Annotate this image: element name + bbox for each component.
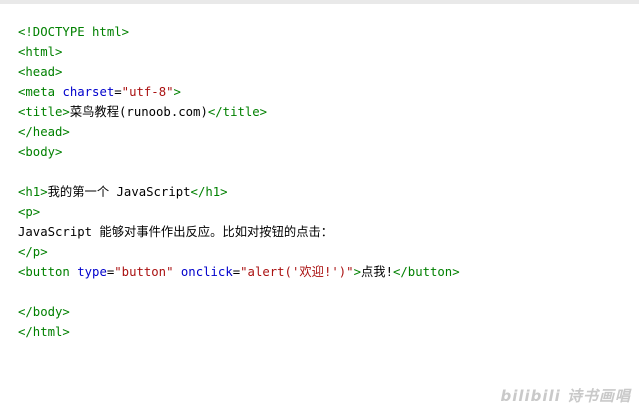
code-line: <!DOCTYPE html> (18, 22, 618, 42)
code-tag: <title> (18, 105, 70, 119)
code-text: = (114, 85, 122, 99)
code-string: "button" (114, 265, 174, 279)
code-text: 菜鸟教程(runoob.com) (69, 105, 208, 119)
code-doctype: <!DOCTYPE html> (18, 25, 130, 39)
code-tag: </head> (18, 125, 70, 139)
code-tag: </body> (18, 305, 70, 319)
code-line: <head> (18, 62, 618, 82)
code-tag: </title> (207, 105, 268, 119)
code-tag: <html> (18, 45, 63, 59)
code-tag: </html> (18, 325, 70, 339)
watermark-logo: bilibili 诗书画唱 (500, 387, 631, 405)
code-tag: <h1> (18, 185, 48, 199)
code-view: <!DOCTYPE html> <html> <head> <meta charset… (18, 22, 618, 342)
code-line: </head> (18, 122, 618, 142)
code-tag: <button (18, 265, 70, 279)
code-tag: <p> (18, 205, 41, 219)
code-line: <p> (18, 202, 618, 222)
code-text: 我的第一个 JavaScript (47, 185, 191, 199)
code-attribute: charset (62, 85, 115, 99)
code-line: <title>菜鸟教程(runoob.com)</title> (18, 102, 618, 122)
code-line: </html> (18, 322, 618, 342)
code-tag: <body> (18, 145, 63, 159)
code-line: JavaScript 能够对事件作出反应。比如对按钮的点击： (18, 222, 618, 242)
code-line: <button type="button" onclick="alert('欢迎… (18, 262, 618, 282)
code-tag: > (353, 265, 361, 279)
code-text: JavaScript 能够对事件作出反应。比如对按钮的点击： (18, 225, 334, 239)
code-attribute: type (77, 265, 107, 279)
code-attribute: onclick (180, 265, 233, 279)
code-string: "utf-8" (121, 85, 174, 99)
code-line: </body> (18, 302, 618, 322)
code-line: </p> (18, 242, 618, 262)
code-line: <h1>我的第一个 JavaScript</h1> (18, 182, 618, 202)
code-line: <body> (18, 142, 618, 162)
code-tag: > (173, 85, 181, 99)
code-tag: <meta (18, 85, 56, 99)
code-tag: </p> (18, 245, 48, 259)
code-tag: <head> (18, 65, 63, 79)
top-border (0, 0, 639, 4)
code-tag: </h1> (190, 185, 228, 199)
code-tag: </button> (392, 265, 460, 279)
code-text: 点我! (360, 265, 393, 279)
code-string: "alert('欢迎!')" (240, 265, 354, 279)
code-line: <html> (18, 42, 618, 62)
code-line: <meta charset="utf-8"> (18, 82, 618, 102)
